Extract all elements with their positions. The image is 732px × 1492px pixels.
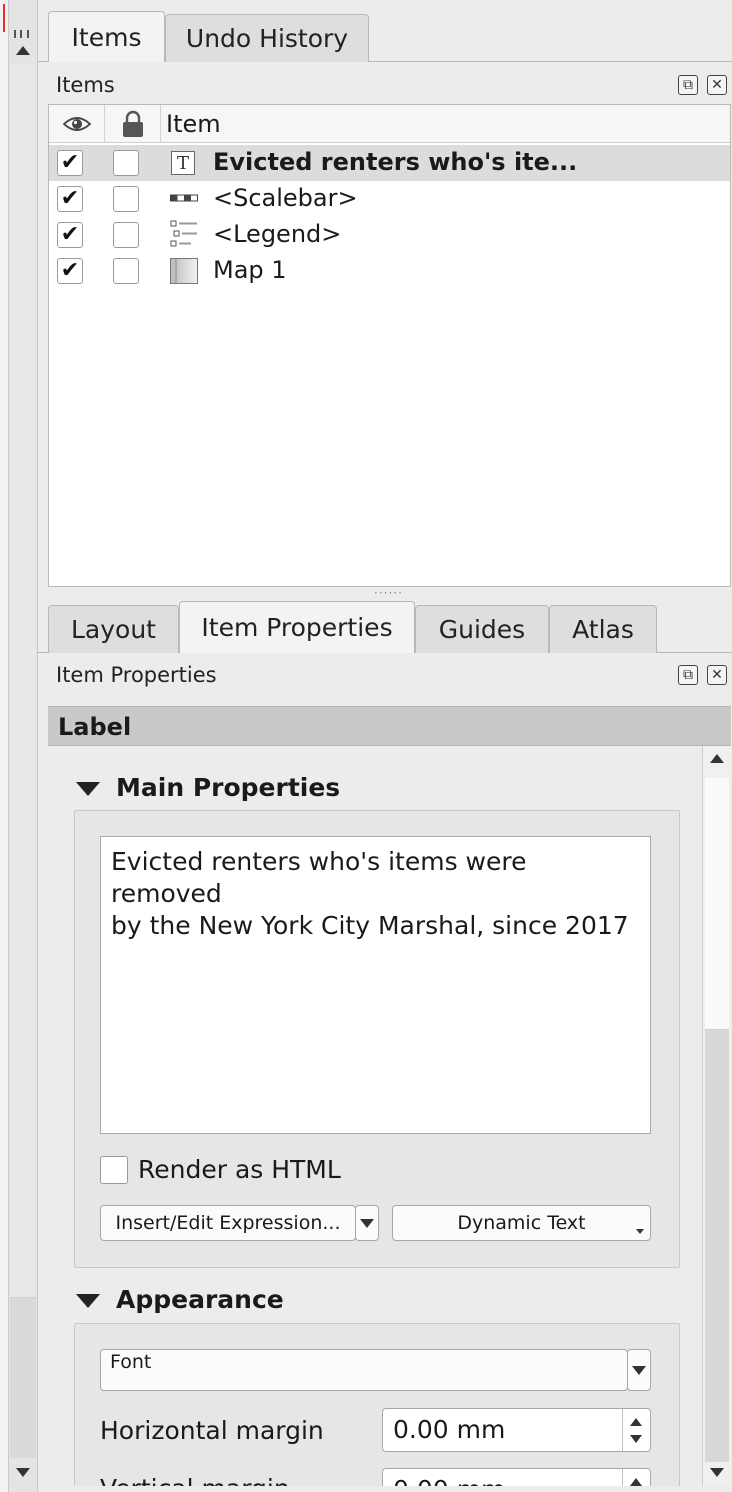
item-column-label: Item: [166, 110, 221, 138]
font-dropdown-button[interactable]: [627, 1349, 651, 1391]
appearance-title[interactable]: Appearance: [116, 1285, 284, 1314]
item-type-header: Label: [48, 706, 731, 746]
tree-row-name: <Legend>: [213, 220, 342, 248]
visibility-checkbox[interactable]: ✔: [57, 222, 83, 248]
lock-checkbox[interactable]: [113, 258, 139, 284]
items-panel-title: Items: [56, 73, 115, 97]
appearance-group: Font Horizontal margin 0.00 mm Vertical …: [74, 1323, 680, 1492]
chevron-down-icon: [636, 1229, 644, 1234]
collapse-triangle-icon: [76, 1294, 100, 1308]
spin-down-icon[interactable]: [630, 1435, 642, 1443]
render-as-html-label: Render as HTML: [138, 1155, 341, 1184]
lock-column-header[interactable]: [105, 105, 161, 143]
tab-items[interactable]: Items: [48, 11, 165, 62]
splitter-handle[interactable]: ······: [374, 586, 403, 600]
scroll-down-button[interactable]: [710, 1468, 724, 1482]
visibility-checkbox[interactable]: ✔: [57, 258, 83, 284]
eye-icon: [62, 117, 91, 131]
main-properties-title[interactable]: Main Properties: [116, 773, 340, 802]
ruler-tick: [14, 30, 16, 38]
canvas-scrollbar-track[interactable]: [10, 1298, 36, 1458]
tree-row-name: <Scalebar>: [213, 184, 358, 212]
tab-atlas-label: Atlas: [572, 615, 634, 644]
insert-edit-expression-label: Insert/Edit Expression...: [115, 1212, 341, 1234]
tab-items-label: Items: [71, 22, 142, 52]
canvas-scroll-down-button[interactable]: [16, 1468, 30, 1482]
tab-item-properties-label: Item Properties: [201, 613, 393, 642]
tab-guides-label: Guides: [438, 615, 526, 644]
text-label-icon: T: [171, 151, 195, 175]
tab-guides[interactable]: Guides: [415, 605, 549, 653]
dynamic-text-button[interactable]: Dynamic Text: [392, 1205, 651, 1241]
visibility-column-header[interactable]: [49, 105, 105, 143]
tree-row-name: Evicted renters who's ite...: [213, 148, 578, 176]
label-text-area[interactable]: Evicted renters who's items were removed…: [100, 836, 651, 1134]
collapse-triangle-icon: [76, 782, 100, 796]
spin-up-icon[interactable]: [630, 1418, 642, 1426]
float-panel-icon[interactable]: ⧉: [678, 75, 698, 95]
dynamic-text-label: Dynamic Text: [457, 1212, 586, 1234]
canvas-scroll-up-button[interactable]: [16, 46, 30, 60]
tab-atlas[interactable]: Atlas: [549, 605, 657, 653]
items-tree[interactable]: Item ✔ T Evicted renters who's ite... ✔ …: [48, 104, 731, 587]
close-panel-icon[interactable]: ✕: [707, 75, 727, 95]
close-panel-icon[interactable]: ✕: [707, 665, 727, 685]
float-panel-icon[interactable]: ⧉: [678, 665, 698, 685]
scrollbar-thumb[interactable]: [705, 778, 729, 1030]
horizontal-margin-value: 0.00 mm: [393, 1415, 506, 1444]
horizontal-margin-label: Horizontal margin: [100, 1416, 324, 1445]
tree-row-scalebar[interactable]: ✔ <Scalebar>: [49, 181, 730, 217]
item-properties-panel-title: Item Properties: [56, 663, 217, 687]
tree-row-legend[interactable]: ✔ <Legend>: [49, 217, 730, 253]
tab-undo-history-label: Undo History: [185, 24, 349, 53]
tree-row-label[interactable]: ✔ T Evicted renters who's ite...: [49, 145, 730, 181]
lock-checkbox[interactable]: [113, 150, 139, 176]
canvas-scrollbar-thumb[interactable]: [10, 64, 36, 1298]
items-tree-header: Item: [49, 105, 730, 143]
vertical-ruler: [0, 0, 9, 1492]
lock-checkbox[interactable]: [113, 186, 139, 212]
left-ruler-strip: [0, 0, 38, 1492]
panel-bottom-edge: [38, 1486, 732, 1492]
main-properties-collapse-toggle[interactable]: [76, 782, 100, 796]
tab-undo-history[interactable]: Undo History: [165, 14, 369, 62]
tree-row-name: Map 1: [213, 256, 287, 284]
spin-arrows[interactable]: [622, 1409, 650, 1451]
ruler-cursor-marker: [3, 4, 5, 32]
horizontal-margin-spinbox[interactable]: 0.00 mm: [382, 1408, 651, 1452]
font-button[interactable]: Font: [100, 1349, 628, 1391]
spin-up-icon[interactable]: [630, 1478, 642, 1486]
lock-icon: [122, 110, 143, 137]
font-button-label: Font: [110, 1351, 152, 1373]
tree-row-map[interactable]: ✔ Map 1: [49, 253, 730, 289]
tab-item-properties[interactable]: Item Properties: [179, 601, 415, 653]
properties-scroll-area: Main Properties Evicted renters who's it…: [48, 746, 702, 1492]
chevron-down-icon: [632, 1365, 646, 1375]
ruler-tick: [27, 30, 29, 38]
lock-checkbox[interactable]: [113, 222, 139, 248]
visibility-checkbox[interactable]: ✔: [57, 186, 83, 212]
visibility-checkbox[interactable]: ✔: [57, 150, 83, 176]
scroll-up-button[interactable]: [710, 754, 724, 768]
tab-layout[interactable]: Layout: [48, 605, 179, 653]
item-column-header[interactable]: Item: [161, 105, 730, 143]
tab-layout-label: Layout: [71, 615, 156, 644]
render-as-html-checkbox[interactable]: [100, 1156, 128, 1184]
insert-edit-expression-button[interactable]: Insert/Edit Expression...: [100, 1205, 356, 1241]
chevron-down-icon: [360, 1218, 374, 1228]
item-type-title: Label: [58, 713, 132, 741]
ruler-tick: [20, 30, 22, 38]
scalebar-icon: [170, 194, 198, 202]
map-icon: [170, 258, 198, 284]
expression-dropdown-button[interactable]: [355, 1205, 379, 1241]
main-properties-group: Evicted renters who's items were removed…: [74, 810, 680, 1268]
legend-icon: [170, 220, 197, 247]
appearance-collapse-toggle[interactable]: [76, 1294, 100, 1308]
properties-scrollbar[interactable]: [702, 746, 731, 1486]
scrollbar-track[interactable]: [705, 1030, 729, 1462]
